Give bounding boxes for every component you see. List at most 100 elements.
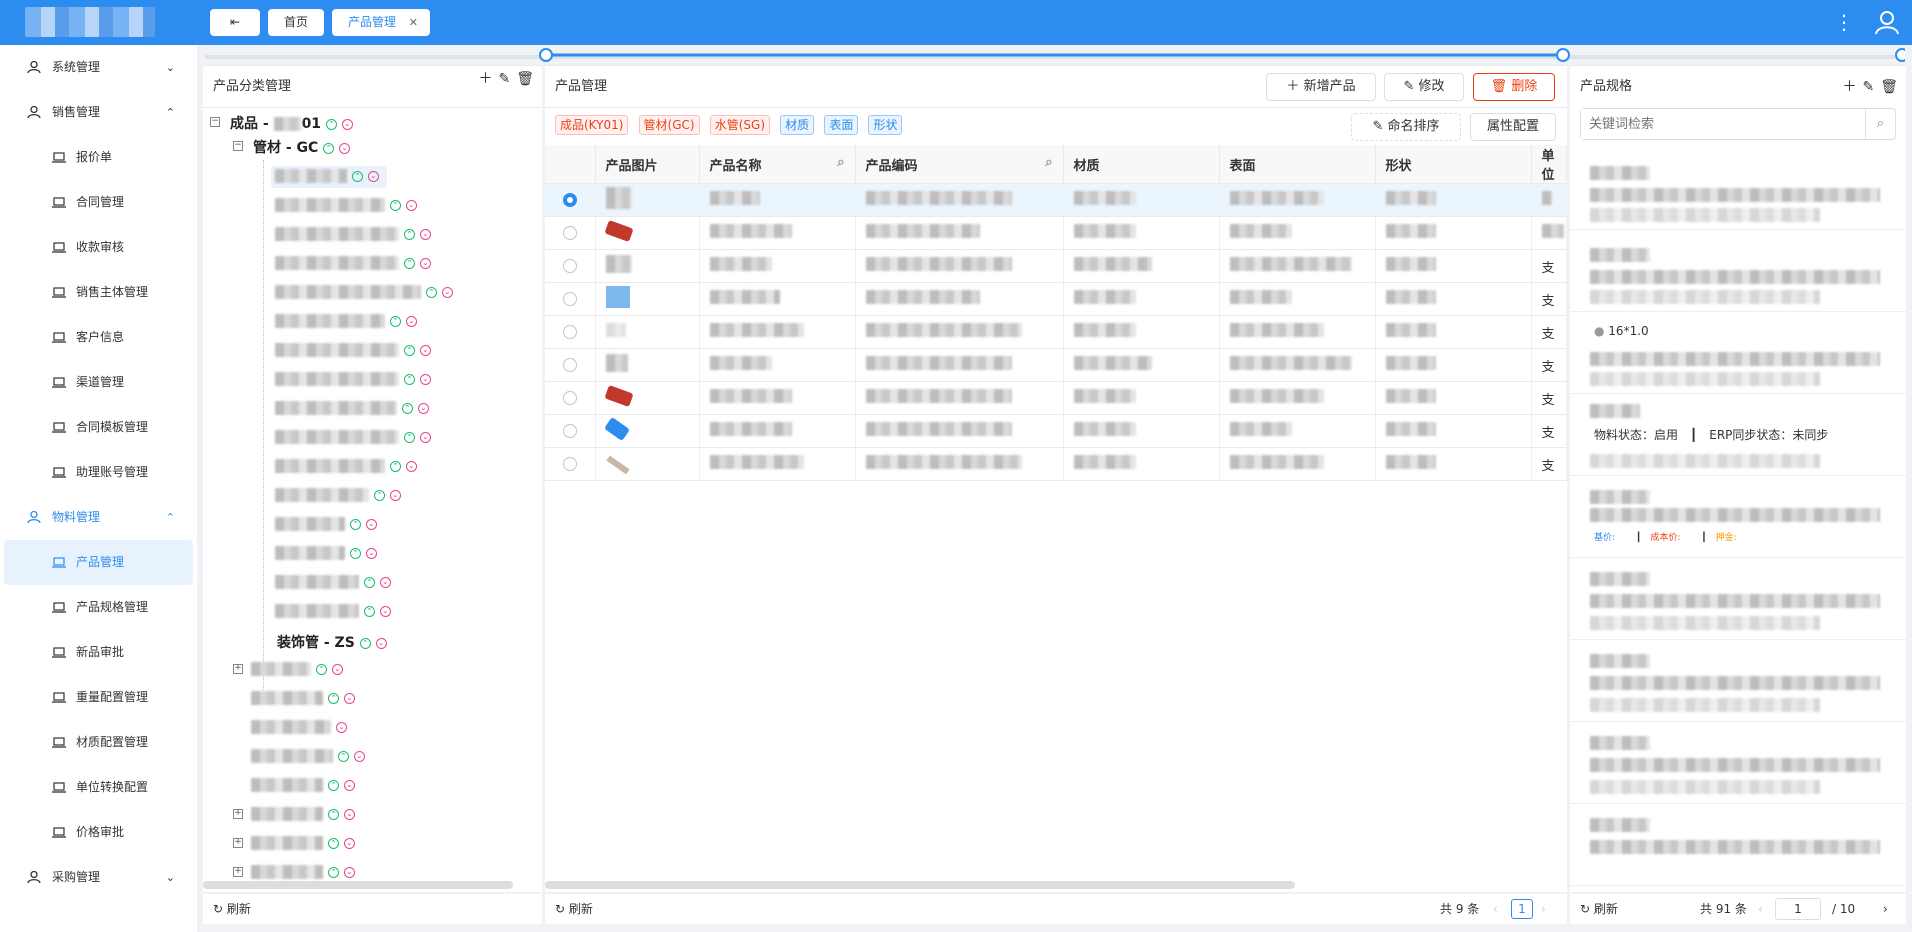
row-radio[interactable] [562, 358, 577, 372]
move-down-icon[interactable]: ⌄ [343, 866, 355, 878]
sidebar-item-sales-entity[interactable]: 销售主体管理 [0, 270, 197, 315]
expand-icon[interactable]: + [233, 838, 243, 848]
move-down-icon[interactable]: ⌄ [375, 637, 387, 649]
move-down-icon[interactable]: ⌄ [365, 547, 377, 559]
search-icon[interactable]: ⌕ [1045, 155, 1052, 170]
move-up-icon[interactable]: ⌃ [359, 637, 371, 649]
sidebar-item-price-approval[interactable]: 价格审批 [0, 810, 197, 855]
trash-icon[interactable]: 🗑 [516, 58, 534, 100]
move-down-icon[interactable]: ⌄ [417, 402, 429, 414]
move-down-icon[interactable]: ⌄ [331, 663, 343, 675]
list-item[interactable]: 基价: ┃ 成本价: ┃ 押金: [1570, 476, 1906, 558]
move-down-icon[interactable]: ⌄ [405, 199, 417, 211]
move-down-icon[interactable]: ⌄ [419, 228, 431, 240]
move-up-icon[interactable]: ⌃ [425, 286, 437, 298]
search-icon[interactable]: ⌕ [1865, 109, 1895, 139]
move-up-icon[interactable]: ⌃ [349, 518, 361, 530]
list-item[interactable]: 物料状态：启用 ┃ ERP同步状态：未同步 [1570, 394, 1906, 476]
collapse-icon[interactable]: − [210, 117, 220, 127]
move-up-icon[interactable]: ⌃ [351, 170, 363, 182]
table-row[interactable]: 支 [545, 282, 1567, 316]
column-code[interactable]: 产品编码 ⌕ [855, 145, 1064, 184]
move-down-icon[interactable]: ⌄ [379, 605, 391, 617]
tag-water-pipe[interactable]: 水管(SG) [709, 115, 771, 135]
sidebar-item-contract[interactable]: 合同管理 [0, 180, 197, 225]
edit-icon[interactable]: ✎ [1862, 66, 1874, 108]
move-up-icon[interactable]: ⌃ [327, 808, 339, 820]
expand-icon[interactable]: + [233, 867, 243, 877]
table-row[interactable] [545, 183, 1567, 217]
sidebar-item-material-config[interactable]: 材质配置管理 [0, 720, 197, 765]
name-sort-button[interactable]: ✎ 命名排序 [1351, 113, 1461, 141]
move-down-icon[interactable]: ⌄ [419, 257, 431, 269]
move-up-icon[interactable]: ⌃ [389, 315, 401, 327]
prev-page-icon[interactable]: ‹ [1493, 894, 1498, 924]
sidebar-item-assistant-account[interactable]: 助理账号管理 [0, 450, 197, 495]
row-radio[interactable] [562, 325, 577, 339]
list-item[interactable] [1570, 640, 1906, 722]
add-product-button[interactable]: ＋ 新增产品 [1266, 73, 1376, 101]
sidebar-item-new-product-approval[interactable]: 新品审批 [0, 630, 197, 675]
column-material[interactable]: 材质 [1063, 145, 1220, 184]
move-down-icon[interactable]: ⌄ [353, 750, 365, 762]
sidebar-item-sales[interactable]: 销售管理 ⌃ [0, 90, 197, 135]
tag-material[interactable]: 材质 [780, 115, 815, 135]
tree-node-gc[interactable]: 管材 - GC ⌃ ⌄ [253, 137, 351, 157]
move-down-icon[interactable]: ⌄ [335, 721, 347, 733]
trash-icon[interactable]: 🗑 [1880, 66, 1898, 108]
page-input[interactable]: 1 [1775, 898, 1821, 920]
move-up-icon[interactable]: ⌃ [337, 750, 349, 762]
move-down-icon[interactable]: ⌄ [339, 142, 351, 154]
move-up-icon[interactable]: ⌃ [403, 373, 415, 385]
move-up-icon[interactable]: ⌃ [403, 344, 415, 356]
refresh-button[interactable]: ↻ 刷新 [213, 902, 251, 916]
sidebar-item-product-spec[interactable]: 产品规格管理 [0, 585, 197, 630]
horizontal-scrollbar[interactable] [545, 881, 1295, 889]
column-surface[interactable]: 表面 [1219, 145, 1376, 184]
table-row[interactable]: 支 [545, 381, 1567, 415]
expand-icon[interactable]: + [233, 664, 243, 674]
move-down-icon[interactable]: ⌄ [343, 837, 355, 849]
row-radio[interactable] [562, 259, 577, 273]
edit-button[interactable]: ✎ 修改 [1384, 73, 1464, 101]
move-up-icon[interactable]: ⌃ [327, 779, 339, 791]
column-image[interactable]: 产品图片 [595, 145, 700, 184]
move-up-icon[interactable]: ⌃ [403, 228, 415, 240]
row-radio[interactable] [562, 391, 577, 405]
expand-icon[interactable]: + [233, 809, 243, 819]
table-row[interactable] [545, 216, 1567, 250]
list-item[interactable] [1570, 558, 1906, 640]
tree-node-zs[interactable]: 装饰管 - ZS ⌃ ⌄ [277, 632, 387, 652]
next-page-icon[interactable]: › [1541, 894, 1546, 924]
table-row[interactable]: 支 [545, 249, 1567, 283]
move-up-icon[interactable]: ⌃ [373, 489, 385, 501]
move-up-icon[interactable]: ⌃ [327, 692, 339, 704]
move-down-icon[interactable]: ⌄ [389, 489, 401, 501]
move-up-icon[interactable]: ⌃ [389, 460, 401, 472]
column-name[interactable]: 产品名称 ⌕ [699, 145, 856, 184]
row-radio[interactable] [562, 292, 577, 306]
list-item[interactable]: ● 16*1.0 [1570, 312, 1906, 394]
sidebar-item-unit-conversion[interactable]: 单位转换配置 [0, 765, 197, 810]
sidebar-item-weight-config[interactable]: 重量配置管理 [0, 675, 197, 720]
move-down-icon[interactable]: ⌄ [419, 373, 431, 385]
move-up-icon[interactable]: ⌃ [403, 257, 415, 269]
horizontal-scrollbar[interactable] [203, 881, 513, 889]
sidebar-item-quote[interactable]: 报价单 [0, 135, 197, 180]
move-down-icon[interactable]: ⌄ [367, 170, 379, 182]
move-down-icon[interactable]: ⌄ [419, 431, 431, 443]
sidebar-item-system[interactable]: 系统管理 ⌄ [0, 45, 197, 90]
delete-button[interactable]: 🗑 删除 [1473, 73, 1555, 101]
sidebar-item-payment-review[interactable]: 收款审核 [0, 225, 197, 270]
sidebar-item-purchase[interactable]: 采购管理 ⌄ [0, 855, 197, 900]
move-up-icon[interactable]: ⌃ [401, 402, 413, 414]
search-input[interactable] [1581, 109, 1861, 139]
tag-finished[interactable]: 成品(KY01) [555, 115, 629, 135]
row-radio[interactable] [562, 226, 577, 240]
move-down-icon[interactable]: ⌄ [343, 692, 355, 704]
list-item[interactable] [1570, 722, 1906, 804]
move-up-icon[interactable]: ⌃ [389, 199, 401, 211]
more-vertical-icon[interactable]: ⋮ [1834, 10, 1854, 34]
prev-page-icon[interactable]: ‹ [1758, 894, 1763, 924]
refresh-button[interactable]: ↻ 刷新 [1580, 902, 1618, 916]
